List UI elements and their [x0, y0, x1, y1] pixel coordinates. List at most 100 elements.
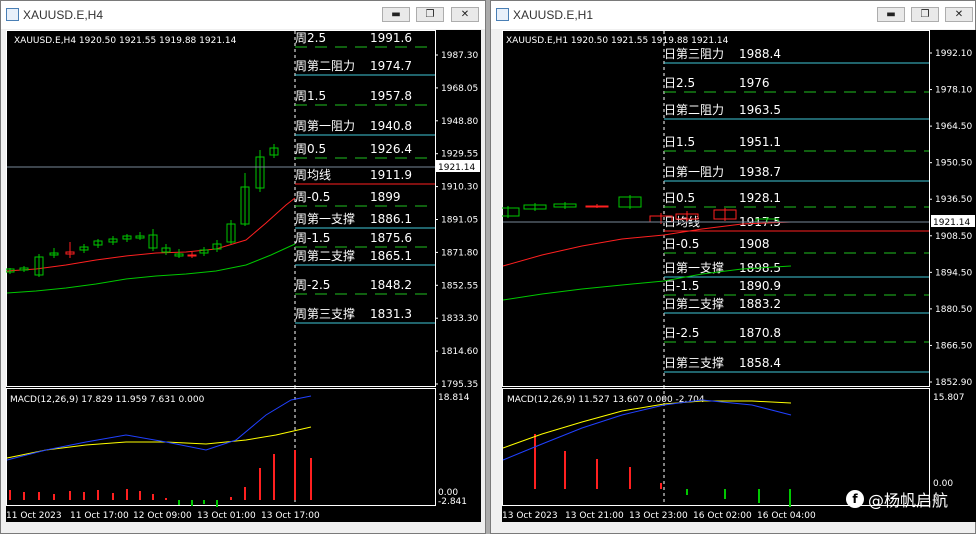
pivot-level-name: 日第三支撑 — [664, 355, 724, 370]
pivot-level-value: 1963.5 — [739, 103, 781, 117]
price-panel-border — [6, 30, 436, 387]
pivot-level-value: 1858.4 — [739, 356, 781, 370]
current-price-label: 1921.14 — [438, 163, 475, 173]
pivot-level-name: 日1.5 — [664, 135, 695, 149]
pivot-level-value: 1870.8 — [739, 326, 781, 340]
price-axis-label: 1814.60 — [441, 347, 478, 357]
app-logo-icon: f — [846, 490, 864, 508]
price-axis-label: 1871.80 — [441, 248, 478, 258]
macd-scale-top: 15.807 — [933, 393, 965, 403]
close-button[interactable]: ✕ — [451, 7, 479, 22]
minimize-button[interactable]: ▬ — [877, 7, 905, 22]
price-axis-label: 1936.50 — [935, 195, 972, 205]
pivot-level-value: 1865.1 — [370, 249, 412, 263]
pivot-level-name: 日第一阻力 — [664, 165, 724, 179]
time-axis-label: 11 Oct 17:00 — [70, 511, 129, 521]
pivot-level-value: 1875.6 — [370, 231, 412, 245]
price-axis-label: 1992.10 — [935, 49, 972, 59]
chart-area[interactable]: XAUUSD.E,H1 1920.50 1921.55 1919.88 1921… — [502, 30, 976, 522]
pivot-level-name: 周-2.5 — [295, 278, 330, 292]
pivot-level-name: 日-0.5 — [664, 237, 699, 251]
pivot-level-value: 1938.7 — [739, 165, 781, 179]
pivot-level-name: 日第二阻力 — [664, 103, 724, 117]
symbol-header: XAUUSD.E,H4 1920.50 1921.55 1919.88 1921… — [14, 36, 237, 46]
price-axis-label: 1866.50 — [935, 341, 972, 351]
pivot-level-value: 1974.7 — [370, 59, 412, 73]
pivot-level-name: 周第三支撑 — [295, 306, 355, 321]
chart-window-h4[interactable]: XAUUSD.E,H4 ▬ ❐ ✕ XAUUSD.E,H4 1920.50 19… — [0, 0, 486, 534]
macd-signal-line — [6, 426, 312, 459]
macd-scale-bottom: -2.841 — [438, 497, 467, 507]
chart-area[interactable]: XAUUSD.E,H4 1920.50 1921.55 1919.88 1921… — [6, 30, 481, 522]
macd-main-line — [6, 395, 312, 461]
price-axis-label: 1968.05 — [441, 84, 478, 94]
pivot-level-name: 周第二支撑 — [295, 248, 355, 263]
restore-button[interactable]: ❐ — [416, 7, 444, 22]
candle-body[interactable] — [585, 205, 609, 208]
price-axis-label: 1908.50 — [935, 232, 972, 242]
chart-app-icon — [6, 8, 19, 21]
pivot-level-name: 日-1.5 — [664, 279, 699, 293]
pivot-level-value: 1991.6 — [370, 31, 412, 45]
watermark: f @杨帆启航 — [846, 487, 948, 511]
title-bar[interactable]: XAUUSD.E,H1 ▬ ❐ ✕ — [491, 1, 975, 29]
pivot-level-name: 周第二阻力 — [295, 59, 355, 73]
price-axis-label: 1948.80 — [441, 117, 478, 127]
candle-body[interactable] — [187, 254, 197, 257]
symbol-header: XAUUSD.E,H1 1920.50 1921.55 1919.88 1921… — [506, 36, 729, 46]
pivot-level-value: 1988.4 — [739, 47, 781, 61]
macd-scale-top: 18.814 — [438, 393, 470, 403]
pivot-level-value: 1940.8 — [370, 119, 412, 133]
pivot-level-name: 周0.5 — [295, 142, 326, 156]
pivot-level-name: 日2.5 — [664, 76, 695, 90]
title-bar[interactable]: XAUUSD.E,H4 ▬ ❐ ✕ — [1, 1, 485, 29]
pivot-level-value: 1831.3 — [370, 307, 412, 321]
time-axis-label: 13 Oct 21:00 — [565, 511, 624, 521]
pivot-level-name: 日第三阻力 — [664, 47, 724, 61]
chart-app-icon — [496, 8, 509, 21]
price-axis-label: 1929.55 — [441, 150, 478, 160]
time-axis-label: 13 Oct 17:00 — [261, 511, 320, 521]
close-button[interactable]: ✕ — [945, 7, 973, 22]
pivot-level-name: 周第一支撑 — [295, 211, 355, 226]
price-axis-label: 1852.90 — [935, 378, 972, 388]
pivot-level-value: 1886.1 — [370, 212, 412, 226]
macd-label: MACD(12,26,9) 17.829 11.959 7.631 0.000 — [10, 395, 205, 405]
time-axis-label: 12 Oct 09:00 — [133, 511, 192, 521]
pivot-level-name: 周1.5 — [295, 89, 326, 103]
pivot-level-value: 1899 — [370, 190, 401, 204]
pivot-level-value: 1911.9 — [370, 168, 412, 182]
price-panel-border — [502, 30, 930, 387]
price-axis-label: 1894.50 — [935, 268, 972, 278]
chart-window-h1[interactable]: XAUUSD.E,H1 ▬ ❐ ✕ XAUUSD.E,H1 1920.50 19… — [490, 0, 976, 534]
price-axis-label: 1950.50 — [935, 159, 972, 169]
pivot-level-name: 日0.5 — [664, 191, 695, 205]
pivot-level-value: 1883.2 — [739, 297, 781, 311]
current-price-label: 1921.14 — [933, 218, 970, 228]
restore-button[interactable]: ❐ — [911, 7, 939, 22]
candle-body[interactable] — [502, 207, 520, 217]
price-axis-label: 1964.50 — [935, 122, 972, 132]
time-axis-label: 16 Oct 02:00 — [693, 511, 752, 521]
pivot-level-name: 周第一阻力 — [295, 119, 355, 133]
price-axis-label: 1891.05 — [441, 216, 478, 226]
minimize-button[interactable]: ▬ — [382, 7, 410, 22]
time-axis-label: 13 Oct 23:00 — [629, 511, 688, 521]
macd-signal-line — [502, 400, 792, 449]
time-axis-label: 11 Oct 2023 — [6, 511, 62, 521]
pivot-level-value: 1976 — [739, 76, 770, 90]
price-axis-label: 1987.30 — [441, 51, 478, 61]
pivot-level-name: 周-1.5 — [295, 231, 330, 245]
pivot-level-value: 1890.9 — [739, 279, 781, 293]
window-title: XAUUSD.E,H4 — [23, 8, 104, 22]
price-axis-label: 1910.30 — [441, 183, 478, 193]
time-axis-label: 13 Oct 01:00 — [197, 511, 256, 521]
moving-average-green — [6, 243, 296, 294]
pivot-level-value: 1957.8 — [370, 89, 412, 103]
pivot-level-name: 日第二支撑 — [664, 296, 724, 311]
pivot-level-value: 1848.2 — [370, 278, 412, 292]
price-axis-label: 1795.35 — [441, 380, 478, 390]
pivot-level-value: 1926.4 — [370, 142, 412, 156]
window-title: XAUUSD.E,H1 — [513, 8, 594, 22]
pivot-level-name: 周均线 — [295, 168, 331, 182]
